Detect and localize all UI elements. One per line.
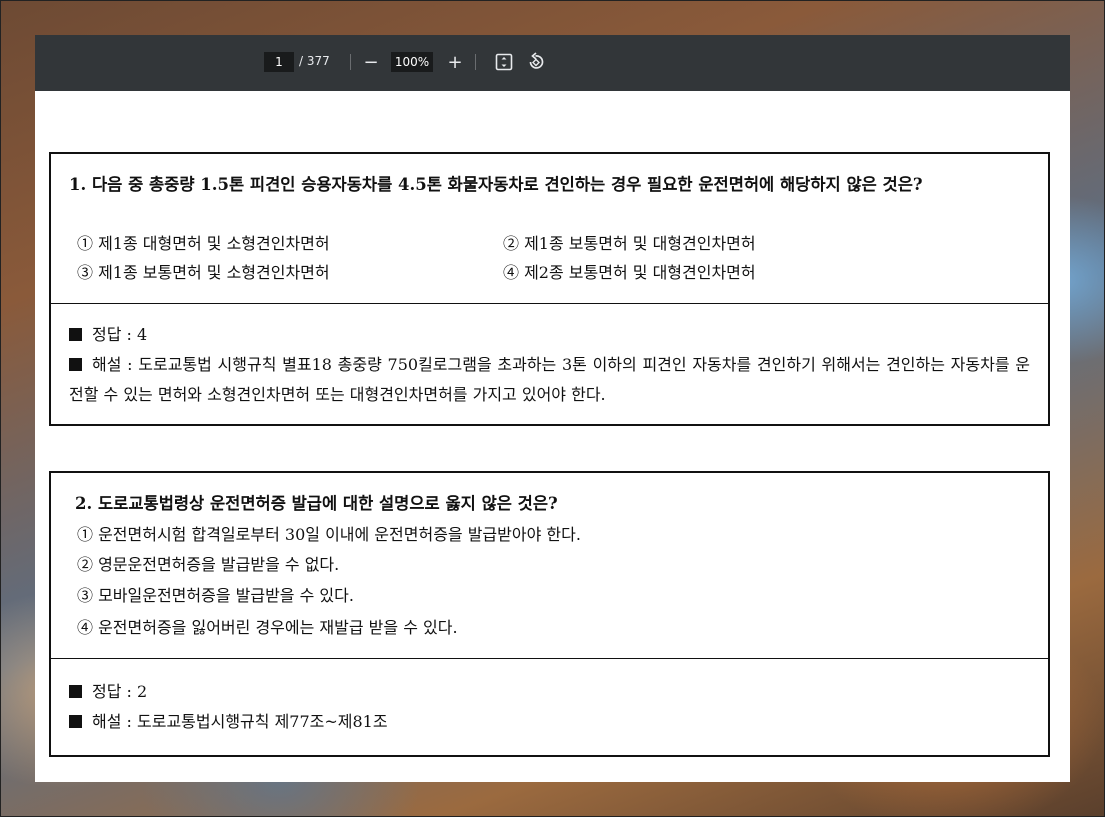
page-number-input[interactable] <box>264 52 294 72</box>
question-1-explanation-text: 해설 : 도로교통법 시행규칙 별표18 총중량 750킬로그램을 초과하는 3… <box>69 355 1030 404</box>
question-1-answer-text: 정답 : 4 <box>92 325 148 344</box>
toolbar-separator <box>475 54 476 70</box>
minus-icon: − <box>363 51 379 73</box>
question-1-answer: 정답 : 4 <box>69 320 147 350</box>
question-1-option-4: ④ 제2종 보통면허 및 대형견인차면허 <box>503 263 756 282</box>
bullet-square-icon <box>69 715 82 728</box>
question-2-option-3: ③ 모바일운전면허증을 발급받을 수 있다. <box>77 586 354 605</box>
fit-page-button[interactable] <box>492 49 516 75</box>
question-2-option-1: ① 운전면허시험 합격일로부터 30일 이내에 운전면허증을 발급받아야 한다. <box>77 525 581 544</box>
question-2-title: 2. 도로교통법령상 운전면허증 발급에 대한 설명으로 옳지 않은 것은? <box>75 494 558 513</box>
question-box-1: 1. 다음 중 총중량 1.5톤 피견인 승용자동차를 4.5톤 화물자동차로 … <box>49 152 1050 426</box>
zoom-in-button[interactable]: + <box>443 49 467 75</box>
pdf-toolbar: / 377 − + <box>35 35 1070 91</box>
plus-icon: + <box>447 51 463 73</box>
question-2-explanation: 해설 : 도로교통법시행규칙 제77조~제81조 <box>69 707 388 737</box>
pdf-viewer: / 377 − + 1. 다음 중 총중량 1.5톤 피견인 승용자동차를 4.… <box>35 35 1070 782</box>
question-2-answer-text: 정답 : 2 <box>92 682 148 701</box>
question-2-option-2: ② 영문운전면허증을 발급받을 수 없다. <box>77 555 340 574</box>
question-2-divider <box>51 658 1048 659</box>
question-2-answer: 정답 : 2 <box>69 677 147 707</box>
bullet-square-icon <box>69 685 82 698</box>
bullet-square-icon <box>69 328 82 341</box>
bullet-square-icon <box>69 358 82 371</box>
question-2-option-4: ④ 운전면허증을 잃어버린 경우에는 재발급 받을 수 있다. <box>77 618 458 637</box>
question-1-title: 1. 다음 중 총중량 1.5톤 피견인 승용자동차를 4.5톤 화물자동차로 … <box>69 175 923 194</box>
toolbar-separator <box>350 54 351 70</box>
fit-page-icon <box>495 53 513 71</box>
question-1-option-3: ③ 제1종 보통면허 및 소형견인차면허 <box>77 263 330 282</box>
zoom-out-button[interactable]: − <box>359 49 383 75</box>
question-2-explanation-text: 해설 : 도로교통법시행규칙 제77조~제81조 <box>92 712 388 731</box>
question-1-option-1: ① 제1종 대형면허 및 소형견인차면허 <box>77 234 330 253</box>
rotate-icon <box>529 52 544 69</box>
page-total: / 377 <box>299 54 330 68</box>
rotate-button[interactable] <box>524 49 548 75</box>
question-box-2: 2. 도로교통법령상 운전면허증 발급에 대한 설명으로 옳지 않은 것은? ①… <box>49 471 1050 757</box>
question-1-option-2: ② 제1종 보통면허 및 대형견인차면허 <box>503 234 756 253</box>
question-1-divider <box>51 303 1048 304</box>
question-1-explanation: 해설 : 도로교통법 시행규칙 별표18 총중량 750킬로그램을 초과하는 3… <box>69 350 1030 410</box>
zoom-input[interactable] <box>391 52 433 72</box>
